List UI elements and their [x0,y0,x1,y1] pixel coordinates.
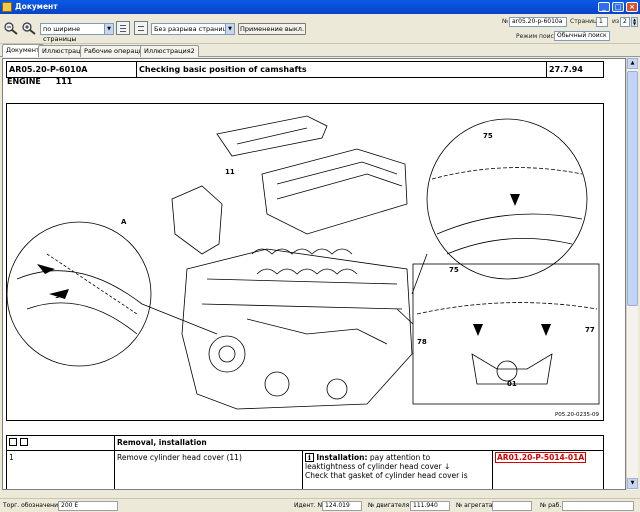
step-number: 1 [6,450,115,489]
model-label: Торг. обозначение [3,502,62,509]
callout-11: 11 [225,168,235,176]
step-ref-cell: AR01.20-P-5014-01A [492,450,604,489]
document-title: Checking basic position of camshafts [136,61,547,78]
step-note-line2: leaktightness of cylinder head cover [305,462,442,471]
step-action: Remove cylinder head cover (11) [114,450,303,489]
step-reference-link[interactable]: AR01.20-P-5014-01A [495,452,587,463]
work-number-label: № раб. [540,502,562,509]
work-number-field [562,501,634,511]
document-code: AR05.20-P-6010A [6,61,137,78]
close-button[interactable]: × [626,2,638,12]
page-spin-button[interactable]: ▲ ▼ [631,17,638,27]
page-view-button[interactable] [116,21,130,35]
scroll-up-button[interactable]: ▲ [627,58,638,69]
minimize-button[interactable]: _ [598,2,610,12]
callout-75-detail: 75 [449,266,459,274]
info-icon: i [305,453,314,462]
title-bar: Документ _ □ × [0,0,640,14]
apply-button[interactable]: Применение выкл. [238,23,306,35]
scrollbar-thumb[interactable] [627,71,638,306]
collapse-icon[interactable] [9,438,17,446]
zoom-in-icon[interactable] [22,21,36,35]
chevron-down-icon: ▼ [225,24,234,34]
document-view[interactable]: AR05.20-P-6010A Checking basic position … [2,58,626,490]
ident-field: 124.019 [322,501,362,511]
app-icon [2,2,12,12]
expand-icon[interactable] [20,438,29,446]
doc-number-field[interactable]: ar05.20-p-6010a [509,17,567,27]
toolbar: по ширине страницы ▼ Без разрыва страниц… [0,14,640,44]
steps-header: Removal, installation [114,435,604,451]
page-of-label: из [612,18,620,25]
zoom-select-value: по ширине страницы [43,25,81,43]
engine-label: ENGINE [7,77,41,86]
page-break-select[interactable]: Без разрыва страниц ▼ [151,23,235,35]
engine-number-field: 111.940 [410,501,450,511]
document-date: 27.7.94 [546,61,604,78]
step-note-line3: Check that gasket of cylinder head cover… [305,471,468,480]
callout-77: 77 [585,326,595,334]
maximize-button[interactable]: □ [612,2,624,12]
ident-label: Идент. № [294,502,324,509]
illustration-figure: 75 11 A 95 75 78 77 01 P05.20-0235-09 [6,103,604,421]
callout-75-top: 75 [483,132,493,140]
callout-a: A [121,218,127,226]
engine-value: 111 [55,77,73,86]
step-note-line1: pay attention to [369,453,431,462]
figure-reference: P05.20-0235-09 [554,412,599,418]
tab-illustration2[interactable]: Иллюстрация2 [140,45,199,57]
zoom-out-icon[interactable] [4,21,18,35]
arrow-down-icon: ↓ [443,462,451,471]
callout-78: 78 [417,338,427,346]
page-break-select-value: Без разрыва страниц [154,25,228,33]
document-header: AR05.20-P-6010A Checking basic position … [6,61,604,78]
engine-number-label: № двигателя [368,502,410,509]
print-button[interactable] [134,21,148,35]
unit-number-label: № агрегата [456,502,493,509]
step-note-bold: Installation: [316,453,368,462]
page-field[interactable]: 1 [596,17,608,27]
callout-95: 95 [55,292,65,300]
model-field: 200 E [58,501,118,511]
page-total-field: 2 [620,17,630,27]
engine-line: ENGINE 111 [7,77,72,86]
tab-bar: Документ Иллюстрация Рабочие операции Ил… [0,44,640,57]
chevron-down-icon: ▼ [104,24,113,34]
steps-icons-cell [6,435,115,451]
zoom-select[interactable]: по ширине страницы ▼ [40,23,114,43]
table-row: 1 Remove cylinder head cover (11) i Inst… [6,450,604,489]
steps-table: Removal, installation 1 Remove cylinder … [6,435,604,489]
callout-01: 01 [507,380,517,388]
search-mode-field[interactable]: Обычный поиск [554,31,610,41]
unit-number-field [492,501,532,511]
doc-number-label: № [502,18,509,25]
scroll-down-button[interactable]: ▼ [627,478,638,489]
status-bar: Торг. обозначение 200 E Идент. № 124.019… [0,498,640,512]
engine-illustration: 75 11 A 95 75 78 77 01 [6,115,600,410]
window-title: Документ [15,2,58,11]
vertical-scrollbar[interactable]: ▲ ▼ [626,58,638,490]
step-note: i Installation: pay attention to leaktig… [302,450,493,489]
